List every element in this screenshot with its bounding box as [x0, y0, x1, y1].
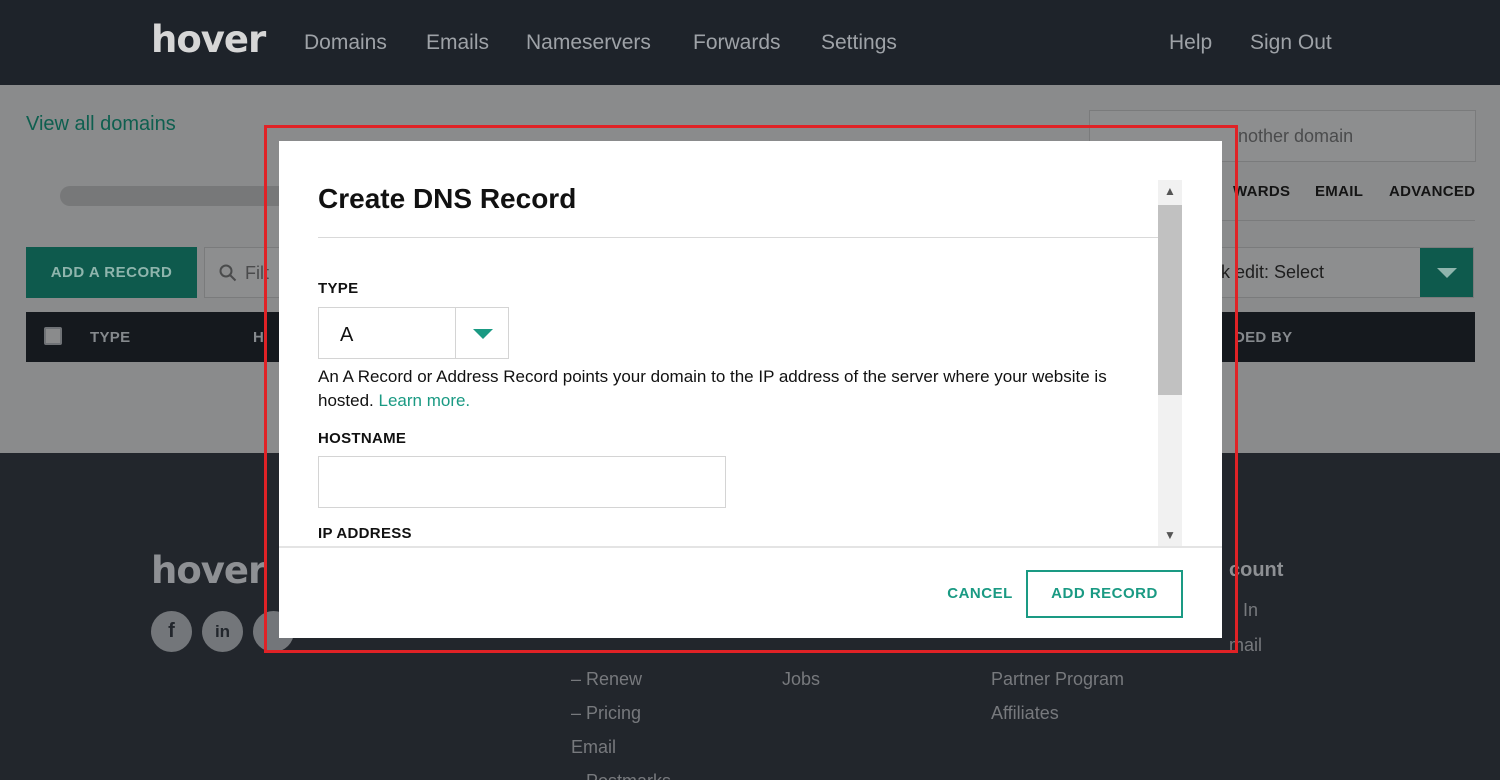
- title-divider: [318, 237, 1158, 238]
- type-label: TYPE: [318, 280, 359, 297]
- hostname-input[interactable]: [318, 456, 726, 508]
- bulk-edit-dropdown-button[interactable]: [1420, 248, 1473, 297]
- linkedin-icon[interactable]: in: [202, 611, 243, 652]
- scroll-up-icon[interactable]: ▲: [1158, 180, 1182, 202]
- view-all-domains-link[interactable]: View all domains: [26, 113, 176, 136]
- learn-more-link[interactable]: Learn more.: [379, 391, 471, 410]
- header-added-by[interactable]: DED BY: [1234, 329, 1292, 346]
- footer-link-renew[interactable]: – Renew: [571, 669, 642, 690]
- search-placeholder: nother domain: [1238, 126, 1354, 146]
- scrollbar-thumb[interactable]: [1158, 205, 1182, 395]
- nav-settings[interactable]: Settings: [821, 31, 897, 55]
- header-type[interactable]: TYPE: [90, 329, 130, 346]
- nav-forwards[interactable]: Forwards: [693, 31, 781, 55]
- chevron-down-icon: [1437, 268, 1457, 278]
- record-type-select[interactable]: A: [318, 307, 509, 359]
- nav-nameservers[interactable]: Nameservers: [526, 31, 651, 55]
- ip-address-label: IP ADDRESS: [318, 525, 412, 542]
- record-type-description: An A Record or Address Record points you…: [318, 365, 1148, 413]
- bulk-edit-select[interactable]: k edit: Select: [1220, 247, 1474, 298]
- tab-divider: [1215, 220, 1475, 221]
- hover-logo[interactable]: hover: [151, 18, 266, 61]
- footer-link-sign-in[interactable]: In: [1243, 600, 1258, 621]
- select-all-checkbox[interactable]: [44, 327, 62, 345]
- search-icon: [219, 264, 237, 282]
- cancel-button[interactable]: CANCEL: [940, 571, 1020, 617]
- footer-link-postmarks[interactable]: – Postmarks: [571, 771, 671, 780]
- footer-link-affiliates[interactable]: Affiliates: [991, 703, 1059, 724]
- nav-help[interactable]: Help: [1169, 31, 1212, 55]
- progress-track: [60, 186, 290, 206]
- create-dns-record-dialog: Create DNS Record TYPE A An A Record or …: [279, 141, 1222, 638]
- tab-forwards[interactable]: WARDS: [1233, 183, 1290, 200]
- facebook-icon[interactable]: f: [151, 611, 192, 652]
- hostname-label: HOSTNAME: [318, 430, 407, 447]
- dialog-title: Create DNS Record: [318, 183, 577, 214]
- record-type-value: A: [340, 324, 354, 346]
- dialog-scrollbar[interactable]: ▲ ▼: [1158, 180, 1182, 546]
- add-record-button[interactable]: ADD RECORD: [1026, 570, 1183, 618]
- nav-sign-out[interactable]: Sign Out: [1250, 31, 1332, 55]
- add-a-record-button[interactable]: ADD A RECORD: [26, 247, 197, 298]
- footer-link-email[interactable]: Email: [571, 737, 616, 758]
- top-navigation: hover Domains Emails Nameservers Forward…: [0, 0, 1500, 85]
- nav-domains[interactable]: Domains: [304, 31, 387, 55]
- footer-link-jobs[interactable]: Jobs: [782, 669, 820, 690]
- nav-emails[interactable]: Emails: [426, 31, 489, 55]
- scroll-down-icon[interactable]: ▼: [1158, 524, 1182, 546]
- footer-hover-logo[interactable]: hover: [151, 549, 266, 592]
- footer-link-partner-program[interactable]: Partner Program: [991, 669, 1124, 690]
- tab-advanced[interactable]: ADVANCED: [1389, 183, 1475, 200]
- header-host[interactable]: H: [253, 329, 264, 346]
- dialog-footer-divider: [279, 546, 1222, 548]
- tab-email[interactable]: EMAIL: [1315, 183, 1363, 200]
- footer-link-pricing[interactable]: – Pricing: [571, 703, 641, 724]
- record-type-dropdown-button[interactable]: [455, 308, 509, 358]
- chevron-down-icon: [473, 329, 493, 339]
